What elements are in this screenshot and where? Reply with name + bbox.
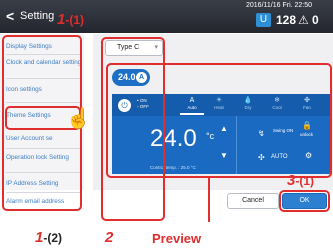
message-icon[interactable]: U [256,13,271,27]
annotation-label-1-1-sub: -(1) [65,13,85,27]
annotation-label-2: 2 [105,229,114,246]
annotation-preview-label: Preview [152,231,202,246]
page-title: Setting [20,10,55,22]
annotation-label-3-1-sub: -(1) [295,174,315,188]
annotation-leader-line [208,178,210,222]
back-icon[interactable]: < [6,8,14,24]
alert-count: 0 [312,13,319,27]
message-count: 128 [276,13,297,27]
datetime-display: 2016/11/16 Fri. 22:50 [246,2,313,9]
annotation-ok-frame [279,190,330,212]
pointer-hand-icon: ☝ [66,108,91,130]
app-header: < Setting 2016/11/16 Fri. 22:50 U 128 ⚠ … [0,0,333,33]
annotation-label-1-2: 1-(2) [35,229,62,246]
annotation-preview-frame [106,63,332,178]
annotation-label-1-2-sub: -(2) [43,231,63,245]
annotation-label-1-1: 1-(1) [57,11,84,28]
alert-icon[interactable]: ⚠ [298,13,309,27]
annotation-label-3-1: 3-(1) [287,172,314,189]
cancel-button[interactable]: Cancel [227,193,279,209]
